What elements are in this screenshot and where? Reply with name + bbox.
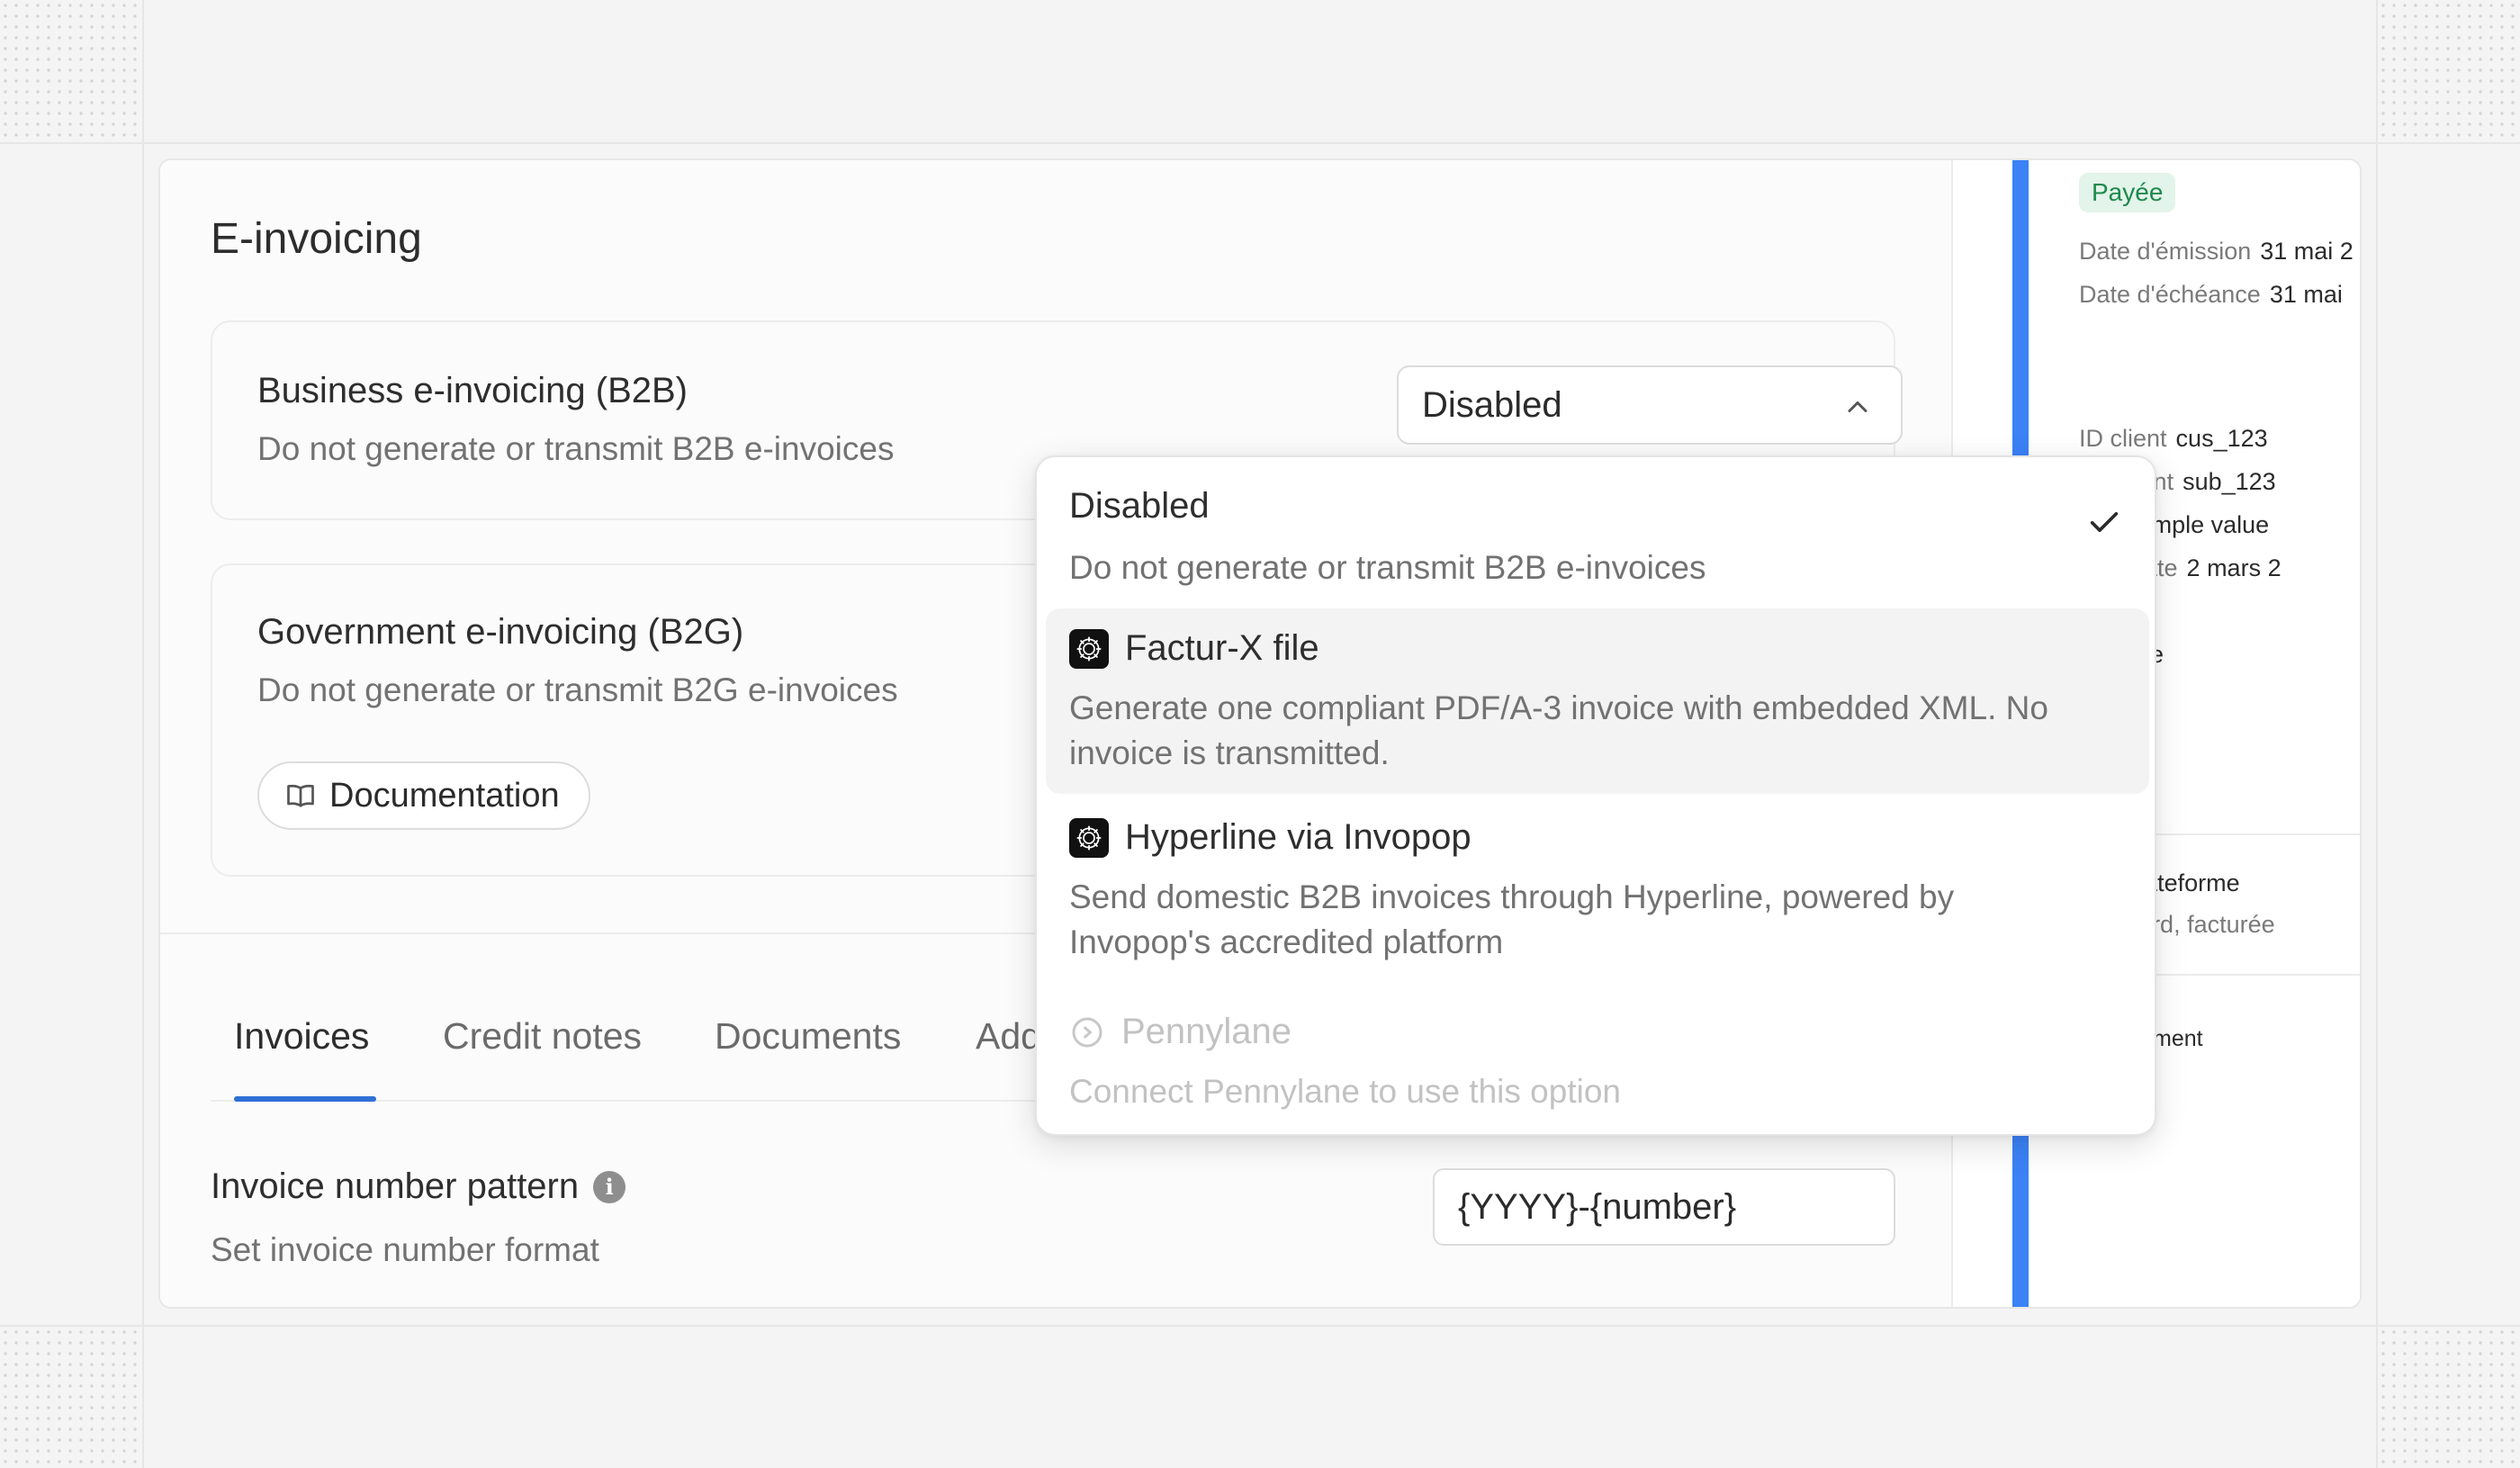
corner-dots-tr [2378,0,2520,140]
option-pennylane-description: Connect Pennylane to use this option [1069,1073,1621,1110]
issue-date-value: 31 mai 2 [2260,238,2354,265]
b2g-subtitle: Do not generate or transmit B2G e-invoic… [257,671,898,708]
tab-credit-notes[interactable]: Credit notes [443,1015,642,1058]
pennylane-logo-icon [1072,1017,1102,1047]
option-hyperline-invopop[interactable]: Hyperline via Invopop Send domestic B2B … [1046,796,2149,981]
client-id-value: cus_123 [2175,425,2268,452]
option-hyperline-title: Hyperline via Invopop [1069,817,1472,858]
chevron-up-icon [1848,401,1868,412]
option-factur-x-description: Generate one compliant PDF/A-3 invoice w… [1069,689,2048,771]
factur-x-logo-icon [1069,628,1109,669]
b2b-title: Business e-invoicing (B2B) [257,371,688,410]
invopop-logo-icon [1069,817,1109,858]
due-date-row: Date d'échéance 31 mai [2079,281,2343,309]
tab-documents[interactable]: Documents [715,1015,901,1058]
documentation-button[interactable]: Documentation [257,761,590,830]
status-badge: Payée [2079,173,2176,212]
b2b-select[interactable]: Disabled [1397,365,1903,445]
guide-line [0,142,2520,144]
b2b-subtitle: Do not generate or transmit B2B e-invoic… [257,430,895,467]
option-pennylane: Pennylane Connect Pennylane to use this … [1046,988,2149,1123]
guide-line [2376,0,2378,1468]
invoice-number-subtitle: Set invoice number format [211,1231,599,1268]
option-disabled-description: Do not generate or transmit B2B e-invoic… [1069,549,1706,586]
tab-add[interactable]: Add [976,1015,1041,1058]
tab-invoices[interactable]: Invoices [234,1015,369,1058]
option-hyperline-label: Hyperline via Invopop [1125,817,1472,857]
b2b-select-value: Disabled [1422,384,1562,425]
invoice-number-input[interactable]: {YYYY}-{number} [1433,1168,1895,1246]
option-hyperline-description: Send domestic B2B invoices through Hyper… [1069,878,1955,960]
option-disabled-title: Disabled [1069,486,1210,527]
invoice-number-title: Invoice number pattern i [211,1166,626,1207]
b2b-select-dropdown: Disabled Do not generate or transmit B2B… [1035,455,2156,1136]
subscription-value: sub_123 [2182,468,2276,495]
issue-date-row: Date d'émission 31 mai 2 [2079,238,2354,266]
option-factur-x-label: Factur-X file [1125,628,1319,668]
client-id-row: ID client cus_123 [2079,425,2268,453]
book-icon [287,784,314,807]
issue-date-label: Date d'émission [2079,238,2252,265]
option-factur-x-title: Factur-X file [1069,628,1319,669]
section-title: E-invoicing [211,215,422,263]
option-disabled-label: Disabled [1069,486,1210,526]
check-icon [2090,512,2119,532]
option-pennylane-label: Pennylane [1121,1012,1292,1051]
tab-active-indicator [234,1096,376,1102]
exit-date-value: 2 mars 2 [2186,554,2282,581]
corner-dots-br [2378,1327,2520,1468]
option-disabled[interactable]: Disabled Do not generate or transmit B2B… [1046,470,2149,608]
info-icon[interactable]: i [593,1170,626,1203]
documentation-label: Documentation [329,776,560,815]
due-date-value: 31 mai [2269,281,2343,308]
invoice-number-value: {YYYY}-{number} [1458,1186,1737,1227]
option-factur-x[interactable]: Factur-X file Generate one compliant PDF… [1046,608,2149,794]
b2g-title: Government e-invoicing (B2G) [257,612,744,652]
invoice-number-label: Invoice number pattern [211,1166,580,1206]
client-id-label: ID client [2079,425,2167,452]
corner-dots-tl [0,0,142,140]
due-date-label: Date d'échéance [2079,281,2261,308]
guide-line [0,1325,2520,1327]
corner-dots-bl [0,1327,142,1468]
option-pennylane-title: Pennylane [1069,1012,1292,1052]
guide-line [142,0,144,1468]
